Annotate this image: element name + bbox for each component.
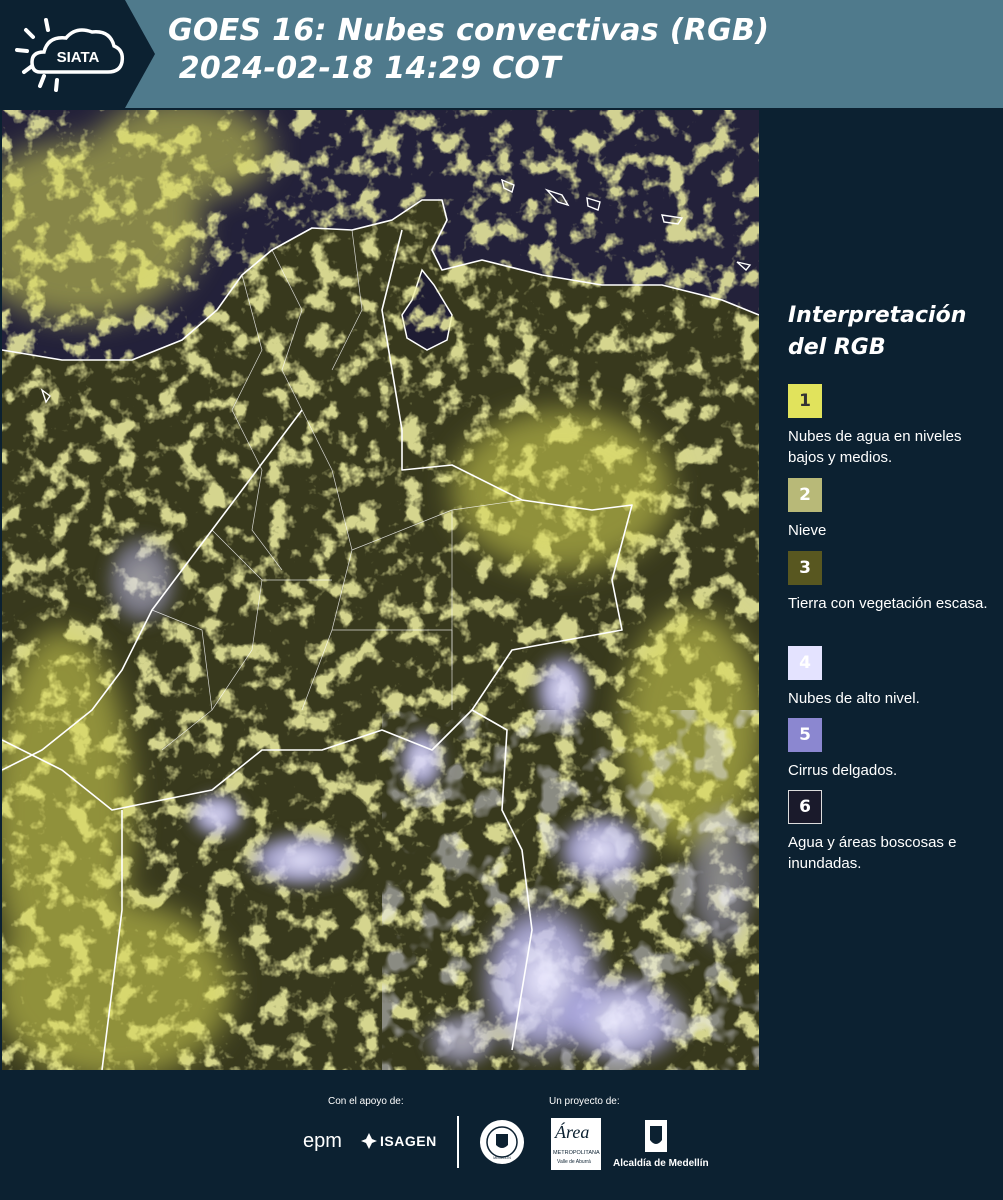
legend-swatch-2: 2 [788, 478, 822, 512]
legend-panel: Interpretación del RGB 1 Nubes de agua e… [760, 110, 1003, 1070]
legend-swatch-6: 6 [788, 790, 822, 824]
legend-swatch-3: 3 [788, 551, 822, 585]
legend-label-5: Cirrus delgados. [788, 762, 898, 779]
medellin-seal: MEDELLÍN [478, 1118, 526, 1166]
legend-label-6: Agua y áreas boscosas e inundadas. [788, 834, 957, 872]
siata-logo: SIATA [0, 0, 155, 108]
legend-item-4: 4 Nubes de alto nivel. [788, 646, 993, 709]
legend-title-line-2: del RGB [788, 335, 886, 360]
area-metropolitana-sub: Valle de Aburrá [557, 1159, 591, 1165]
title-line-2: 2024-02-18 14:29 COT [168, 51, 562, 86]
high-cloud-texture [382, 710, 759, 1070]
page-title: GOES 16: Nubes convectivas (RGB) 2024-02… [168, 12, 769, 88]
legend-swatch-4: 4 [788, 646, 822, 680]
legend-item-6: 6 Agua y áreas boscosas e inundadas. [788, 790, 993, 874]
satellite-rgb-map [2, 110, 759, 1070]
legend-item-5: 5 Cirrus delgados. [788, 718, 993, 781]
epm-logo-text: epm [303, 1130, 342, 1152]
legend-item-2: 2 Nieve [788, 478, 993, 541]
footer-divider [457, 1116, 459, 1168]
alcaldia-medellin-text: Alcaldía de Medellín [613, 1158, 709, 1169]
siata-logo-text: SIATA [57, 49, 100, 66]
medellin-seal-text: MEDELLÍN [493, 1156, 511, 1160]
isagen-mark-icon [361, 1133, 377, 1149]
legend-swatch-1: 1 [788, 384, 822, 418]
legend-item-1: 1 Nubes de agua en niveles bajos y medio… [788, 384, 993, 468]
legend-title-line-1: Interpretación [788, 303, 967, 328]
epm-logo: epm [303, 1130, 342, 1153]
legend-label-2: Nieve [788, 522, 827, 539]
area-metropolitana-line: METROPOLITANA [553, 1150, 600, 1156]
project-caption: Un proyecto de: [549, 1096, 620, 1107]
legend-label-3: Tierra con vegetación escasa. [788, 595, 988, 612]
legend-label-4: Nubes de alto nivel. [788, 690, 920, 707]
header-bar: SIATA GOES 16: Nubes convectivas (RGB) 2… [0, 0, 1003, 108]
area-metropolitana-logo: Área METROPOLITANA Valle de Aburrá [551, 1118, 601, 1170]
area-metropolitana-word: Área [555, 1122, 590, 1142]
legend-swatch-5: 5 [788, 718, 822, 752]
isagen-logo-text: ISAGEN [380, 1133, 437, 1149]
title-line-1: GOES 16: Nubes convectivas (RGB) [168, 13, 770, 48]
legend-item-3: 3 Tierra con vegetación escasa. [788, 551, 993, 614]
legend-title: Interpretación del RGB [788, 300, 966, 364]
legend-label-1: Nubes de agua en niveles bajos y medios. [788, 428, 962, 466]
alcaldia-medellin-crest-icon [645, 1120, 667, 1152]
support-caption: Con el apoyo de: [328, 1096, 404, 1107]
sponsor-footer: Con el apoyo de: Un proyecto de: epm ISA… [0, 1072, 1003, 1200]
